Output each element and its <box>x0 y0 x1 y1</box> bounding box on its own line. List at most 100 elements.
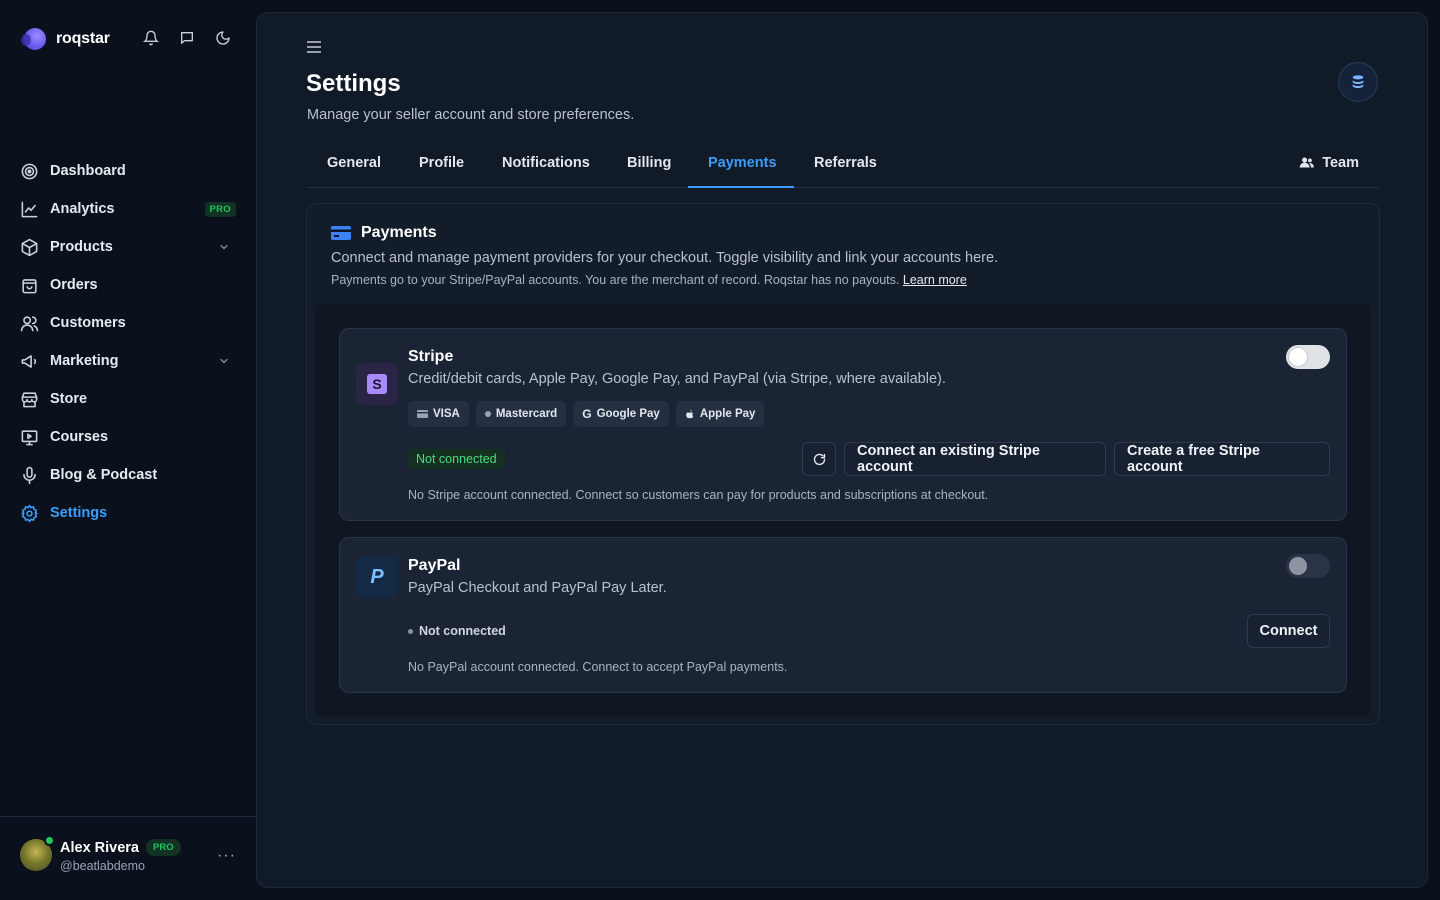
refresh-button[interactable] <box>802 442 836 476</box>
paypal-logo-letter: P <box>370 565 384 588</box>
user-profile[interactable]: Alex Rivera PRO @beatlabdemo ··· <box>0 816 256 900</box>
chevron-down-icon[interactable] <box>218 355 230 367</box>
moon-icon[interactable] <box>214 29 232 47</box>
visa-label: VISA <box>433 408 460 420</box>
page-subtitle: Manage your seller account and store pre… <box>307 107 635 123</box>
mastercard-label: Mastercard <box>495 408 558 420</box>
more-options-icon[interactable]: ··· <box>217 847 236 865</box>
top-icons <box>142 29 232 47</box>
stripe-description: Credit/debit cards, Apple Pay, Google Pa… <box>408 371 946 387</box>
sidebar-item-label: Marketing <box>50 353 119 369</box>
payments-note-text: Payments go to your Stripe/PayPal accoun… <box>331 273 900 287</box>
page-title: Settings <box>306 70 401 97</box>
learn-more-link[interactable]: Learn more <box>903 273 967 287</box>
card-icon <box>417 410 428 418</box>
online-status-indicator <box>44 835 55 846</box>
connect-existing-stripe-button[interactable]: Connect an existing Stripe account <box>844 442 1106 476</box>
sidebar-item-analytics[interactable]: Analytics PRO <box>20 190 240 228</box>
tab-billing[interactable]: Billing <box>627 155 671 188</box>
visa-chip: VISA <box>408 401 469 427</box>
paypal-footer-note: No PayPal account connected. Connect to … <box>408 660 788 674</box>
tab-profile[interactable]: Profile <box>419 155 464 188</box>
sidebar-item-blog-podcast[interactable]: Blog & Podcast <box>20 456 240 494</box>
chevron-down-icon[interactable] <box>218 241 230 253</box>
pro-badge: PRO <box>204 202 236 217</box>
payments-title-text: Payments <box>361 224 437 241</box>
toggle-knob <box>1289 557 1307 575</box>
status-dot-icon <box>408 628 413 634</box>
sidebar-item-label: Settings <box>50 505 108 521</box>
stripe-logo-letter: S <box>367 374 387 394</box>
sidebar-item-courses[interactable]: Courses <box>20 418 240 456</box>
paypal-name: PayPal <box>408 557 461 574</box>
chart-line-icon <box>21 201 38 217</box>
menu-toggle-icon[interactable] <box>307 40 323 54</box>
paypal-visibility-toggle[interactable] <box>1286 554 1330 578</box>
bell-icon[interactable] <box>142 29 160 47</box>
tab-payments[interactable]: Payments <box>688 155 794 188</box>
tab-referrals[interactable]: Referrals <box>814 155 877 188</box>
sidebar-item-products[interactable]: Products <box>20 228 240 266</box>
providers-container: S Stripe Credit/debit cards, Apple Pay, … <box>315 304 1371 716</box>
stripe-provider-card: S Stripe Credit/debit cards, Apple Pay, … <box>339 328 1347 521</box>
sidebar-item-label: Courses <box>50 429 109 445</box>
sidebar-nav: Dashboard Analytics PRO Products Orders … <box>20 152 240 532</box>
sidebar-item-label: Store <box>50 391 88 407</box>
credit-card-icon <box>331 226 351 240</box>
team-button[interactable]: Team <box>1299 155 1359 171</box>
database-button[interactable] <box>1338 62 1378 102</box>
sidebar-item-label: Analytics <box>50 201 115 217</box>
pro-badge: PRO <box>146 839 181 856</box>
create-stripe-account-button[interactable]: Create a free Stripe account <box>1114 442 1330 476</box>
sidebar-item-label: Customers <box>50 315 126 331</box>
main-panel: Settings Manage your seller account and … <box>256 12 1428 888</box>
message-icon[interactable] <box>178 29 196 47</box>
user-handle: @beatlabdemo <box>60 859 145 873</box>
payments-card: Payments Connect and manage payment prov… <box>306 203 1380 725</box>
tab-general[interactable]: General <box>327 155 381 188</box>
mic-icon <box>23 466 36 484</box>
stripe-status-badge: Not connected <box>408 449 505 469</box>
sidebar-item-orders[interactable]: Orders <box>20 266 240 304</box>
box-icon <box>21 238 38 256</box>
stripe-logo-icon: S <box>356 363 398 405</box>
tab-notifications[interactable]: Notifications <box>502 155 590 188</box>
brand[interactable]: roqstar <box>21 28 110 50</box>
paypal-logo-icon: P <box>356 556 398 598</box>
apple-icon <box>686 409 694 418</box>
sidebar-item-settings[interactable]: Settings <box>20 494 240 532</box>
stripe-name: Stripe <box>408 348 454 365</box>
dashboard-icon <box>21 163 38 179</box>
paypal-status: Not connected <box>408 624 506 638</box>
sidebar-item-customers[interactable]: Customers <box>20 304 240 342</box>
paypal-description: PayPal Checkout and PayPal Pay Later. <box>408 580 667 596</box>
gear-icon <box>20 503 39 523</box>
sidebar-item-label: Orders <box>50 277 98 293</box>
paypal-provider-card: P PayPal PayPal Checkout and PayPal Pay … <box>339 537 1347 693</box>
sidebar-item-dashboard[interactable]: Dashboard <box>20 152 240 190</box>
stripe-visibility-toggle[interactable] <box>1286 345 1330 369</box>
mastercard-chip: Mastercard <box>475 401 567 427</box>
payments-title: Payments <box>331 224 437 242</box>
paypal-status-text: Not connected <box>419 624 506 638</box>
megaphone-icon <box>21 354 37 368</box>
sidebar-item-label: Blog & Podcast <box>50 467 158 483</box>
mastercard-icon <box>484 411 491 417</box>
stripe-footer-note: No Stripe account connected. Connect so … <box>408 488 989 502</box>
sidebar-item-label: Dashboard <box>50 163 126 179</box>
google-pay-label: Google Pay <box>596 408 660 420</box>
team-label: Team <box>1322 155 1359 171</box>
team-icon <box>1299 157 1314 168</box>
store-icon <box>21 391 38 407</box>
sidebar-item-marketing[interactable]: Marketing <box>20 342 240 380</box>
brand-name: roqstar <box>56 30 110 47</box>
brand-logo-icon <box>21 28 46 50</box>
paypal-connect-button[interactable]: Connect <box>1247 614 1330 648</box>
apple-pay-chip: Apple Pay <box>675 401 765 427</box>
payments-description: Connect and manage payment providers for… <box>331 250 999 266</box>
presentation-icon <box>21 429 38 445</box>
sidebar-item-store[interactable]: Store <box>20 380 240 418</box>
refresh-icon <box>813 453 825 465</box>
payment-method-chips: VISA Mastercard G Google Pay Apple Pay <box>408 401 765 427</box>
users-icon <box>20 315 39 331</box>
